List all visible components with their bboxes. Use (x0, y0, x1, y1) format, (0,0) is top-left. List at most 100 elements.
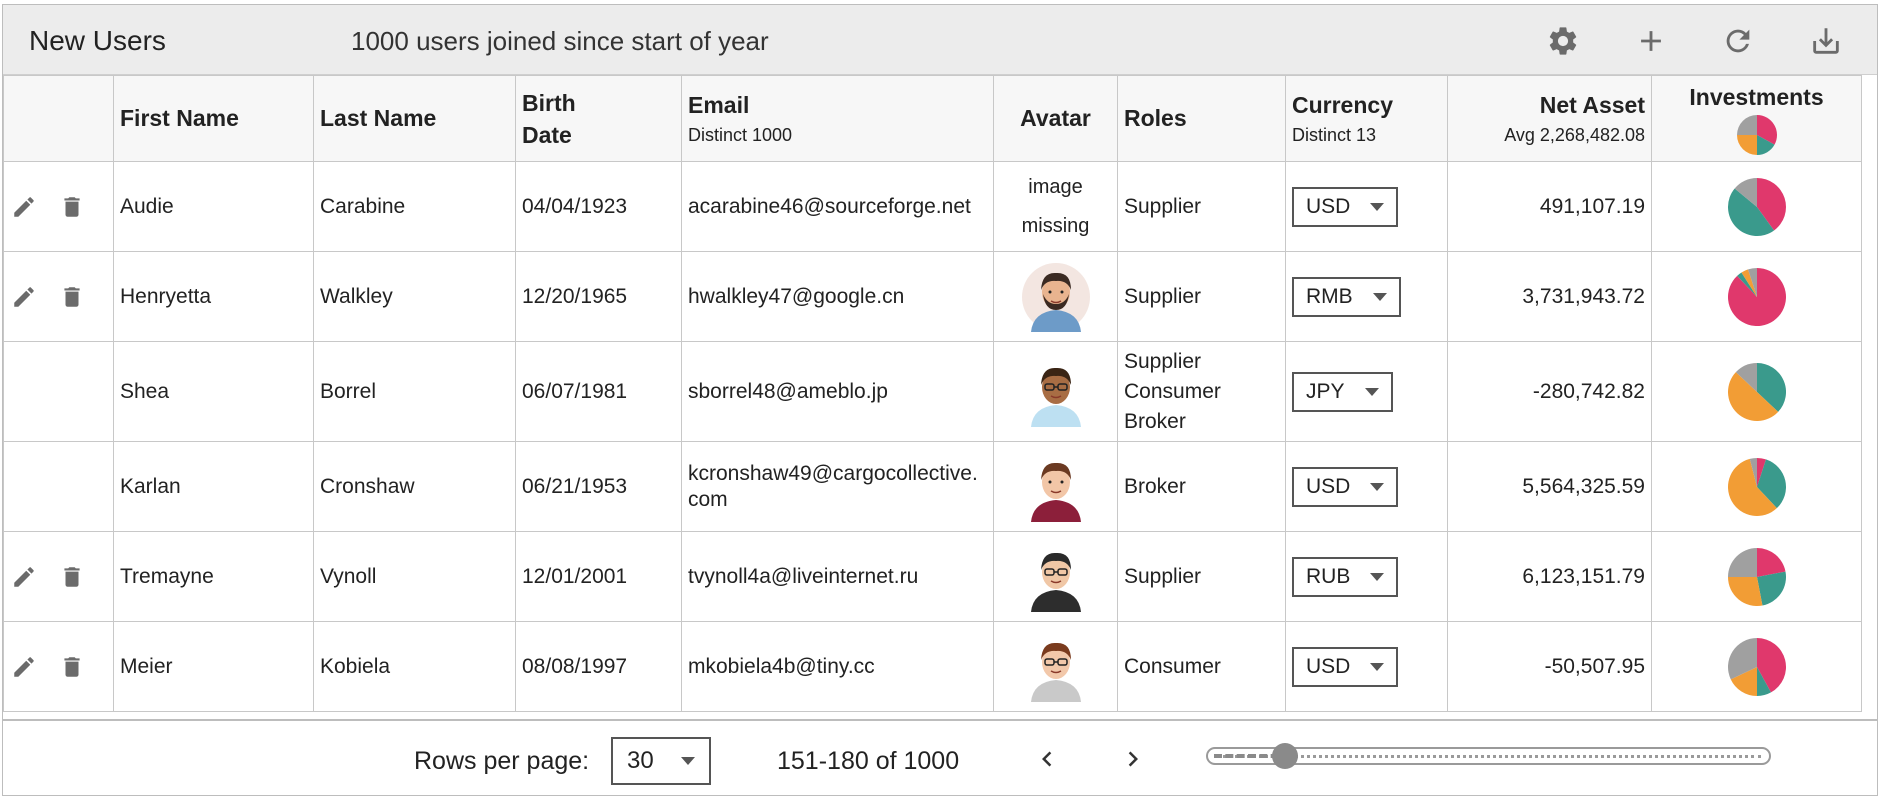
pie-slice (1727, 576, 1762, 606)
next-page-button[interactable] (1115, 741, 1151, 777)
first-name-column-header[interactable]: First Name (113, 75, 314, 162)
roles-column-header[interactable]: Roles (1117, 75, 1286, 162)
previous-page-button[interactable] (1029, 741, 1065, 777)
avatar-cell (993, 621, 1118, 712)
net-asset-header-label: Net Asset (1539, 91, 1645, 118)
net-asset-cell[interactable]: -50,507.95 (1447, 621, 1652, 712)
table-row[interactable]: Tremayne Vynoll 12/01/2001 tvynoll4a@livein… (3, 531, 1862, 622)
currency-value: USD (1306, 194, 1351, 218)
pie-slice (1736, 115, 1757, 135)
roles-cell[interactable]: Consumer (1117, 621, 1286, 712)
first-name-cell[interactable]: Audie (113, 161, 314, 252)
net-asset-cell[interactable]: 5,564,325.59 (1447, 441, 1652, 532)
last-name-cell[interactable]: Borrel (313, 341, 516, 442)
delete-row-button[interactable] (58, 283, 86, 311)
last-name-column-header[interactable]: Last Name (313, 75, 516, 162)
pie-slice (1727, 547, 1757, 577)
net-asset-column-header[interactable]: Net Asset Avg 2,268,482.08 (1447, 75, 1652, 162)
investments-pie (1727, 267, 1786, 326)
email-cell[interactable]: hwalkley47@google.cn (681, 251, 994, 342)
net-asset-cell[interactable]: -280,742.82 (1447, 341, 1652, 442)
role-item: Broker (1124, 474, 1186, 498)
rows-per-page-select[interactable]: 30 (611, 737, 711, 785)
birth-date-header-label-2: Date (522, 121, 572, 148)
birth-date-cell[interactable]: 06/07/1981 (515, 341, 682, 442)
birth-date-cell[interactable]: 06/21/1953 (515, 441, 682, 532)
email-cell[interactable]: tvynoll4a@liveinternet.ru (681, 531, 994, 622)
currency-select[interactable]: JPY (1292, 371, 1393, 412)
investments-summary-pie (1736, 115, 1777, 155)
avatar (1021, 357, 1090, 427)
birth-date-cell[interactable]: 08/08/1997 (515, 621, 682, 712)
refresh-icon[interactable] (1718, 21, 1758, 61)
avatar-column-header[interactable]: Avatar (993, 75, 1118, 162)
chevron-right-icon (1128, 751, 1138, 767)
first-name-cell[interactable]: Meier (113, 621, 314, 712)
roles-cell[interactable]: Supplier (1117, 161, 1286, 252)
email-cell[interactable]: mkobiela4b@tiny.cc (681, 621, 994, 712)
plus-icon[interactable] (1631, 21, 1671, 61)
delete-row-button[interactable] (58, 653, 86, 681)
last-name-cell[interactable]: Vynoll (313, 531, 516, 622)
currency-select[interactable]: RMB (1292, 276, 1401, 317)
investments-column-header[interactable]: Investments (1651, 75, 1862, 162)
actions-column-header (3, 75, 114, 162)
table-row[interactable]: Henryetta Walkley 12/20/1965 hwalkley47@goo… (3, 251, 1862, 342)
investments-pie (1727, 457, 1786, 516)
birth-date-cell[interactable]: 12/01/2001 (515, 531, 682, 622)
gear-icon[interactable] (1543, 21, 1583, 61)
first-name-cell[interactable]: Karlan (113, 441, 314, 532)
email-column-header[interactable]: Email Distinct 1000 (681, 75, 994, 162)
email-cell[interactable]: sborrel48@ameblo.jp (681, 341, 994, 442)
last-name-cell[interactable]: Cronshaw (313, 441, 516, 532)
birth-date-cell[interactable]: 12/20/1965 (515, 251, 682, 342)
roles-cell[interactable]: Supplier (1117, 531, 1286, 622)
roles-cell[interactable]: Broker (1117, 441, 1286, 532)
currency-column-header[interactable]: Currency Distinct 13 (1285, 75, 1448, 162)
table-row[interactable]: Shea Borrel 06/07/1981 sborrel48@ameblo.jp S… (3, 341, 1862, 442)
avatar-cell (993, 341, 1118, 442)
slider-thumb[interactable] (1272, 743, 1298, 769)
last-name-cell[interactable]: Carabine (313, 161, 516, 252)
roles-cell[interactable]: Supplier Consumer Broker (1117, 341, 1286, 442)
roles-cell[interactable]: Supplier (1117, 251, 1286, 342)
edit-row-button[interactable] (10, 193, 38, 221)
avatar (1021, 542, 1090, 612)
net-asset-cell[interactable]: 491,107.19 (1447, 161, 1652, 252)
edit-row-button[interactable] (10, 653, 38, 681)
net-asset-average: Avg 2,268,482.08 (1504, 124, 1645, 145)
edit-row-button[interactable] (10, 563, 38, 591)
currency-value: RMB (1306, 284, 1353, 308)
birth-date-cell[interactable]: 04/04/1923 (515, 161, 682, 252)
currency-select[interactable]: USD (1292, 646, 1399, 687)
table-row[interactable]: Karlan Cronshaw 06/21/1953 kcronshaw49@carg… (3, 441, 1862, 532)
page-slider[interactable] (1206, 743, 1771, 769)
currency-select[interactable]: USD (1292, 186, 1399, 227)
data-grid: New Users 1000 users joined since start … (2, 4, 1878, 796)
table-row[interactable]: Audie Carabine 04/04/1923 acarabine46@sourc… (3, 161, 1862, 252)
email-cell[interactable]: acarabine46@sourceforge.net (681, 161, 994, 252)
investments-cell (1651, 341, 1862, 442)
net-asset-cell[interactable]: 6,123,151.79 (1447, 531, 1652, 622)
delete-row-button[interactable] (58, 193, 86, 221)
currency-select[interactable]: USD (1292, 466, 1399, 507)
avatar-cell (993, 251, 1118, 342)
delete-row-button[interactable] (58, 563, 86, 591)
first-name-cell[interactable]: Shea (113, 341, 314, 442)
missing-text-2: missing (1021, 214, 1090, 237)
email-cell[interactable]: kcronshaw49@cargocollective. com (681, 441, 994, 532)
download-icon[interactable] (1806, 21, 1846, 61)
first-name-cell[interactable]: Tremayne (113, 531, 314, 622)
first-name-cell[interactable]: Henryetta (113, 251, 314, 342)
edit-row-button[interactable] (10, 283, 38, 311)
role-item: Supplier (1124, 194, 1202, 218)
net-asset-cell[interactable]: 3,731,943.72 (1447, 251, 1652, 342)
role-item: Consumer (1124, 379, 1221, 403)
table-row[interactable]: Meier Kobiela 08/08/1997 mkobiela4b@tiny.cc… (3, 621, 1862, 712)
avatar-cell: image missing (993, 161, 1118, 252)
row-actions-cell (3, 441, 114, 532)
last-name-cell[interactable]: Walkley (313, 251, 516, 342)
birth-date-column-header[interactable]: Birth Date (515, 75, 682, 162)
last-name-cell[interactable]: Kobiela (313, 621, 516, 712)
currency-select[interactable]: RUB (1292, 556, 1399, 597)
